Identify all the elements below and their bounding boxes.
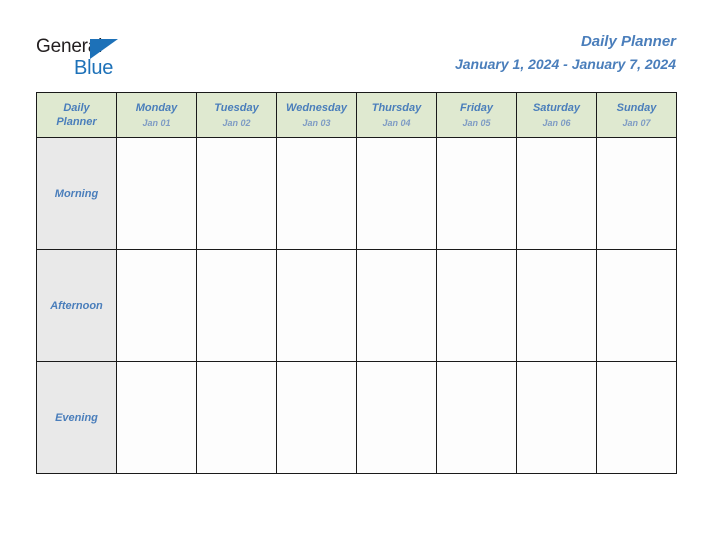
- table-row-afternoon: Afternoon: [36, 249, 677, 362]
- planner-cell-evening-friday[interactable]: [436, 361, 517, 474]
- planner-cell-evening-wednesday[interactable]: [276, 361, 357, 474]
- planner-cell-evening-sunday[interactable]: [596, 361, 677, 474]
- planner-cell-morning-wednesday[interactable]: [276, 137, 357, 250]
- planner-cell-evening-monday[interactable]: [116, 361, 197, 474]
- row-label-morning: Morning: [36, 137, 117, 250]
- day-name-label: Friday: [459, 101, 493, 114]
- day-name-label: Saturday: [532, 101, 581, 114]
- planner-cell-morning-thursday[interactable]: [356, 137, 437, 250]
- planner-table: Daily Planner Monday Jan 01 Tuesday Jan …: [36, 92, 677, 474]
- planner-cell-afternoon-tuesday[interactable]: [196, 249, 277, 362]
- corner-title-line2: Planner: [56, 116, 97, 128]
- column-header-wednesday: Wednesday Jan 03: [276, 92, 357, 138]
- page-title: Daily Planner: [580, 33, 676, 50]
- planner-cell-afternoon-sunday[interactable]: [596, 249, 677, 362]
- row-label-afternoon: Afternoon: [36, 249, 117, 362]
- day-date-label: Jan 05: [462, 117, 491, 128]
- day-date-label: Jan 04: [382, 117, 411, 128]
- day-date-label: Jan 03: [302, 117, 331, 128]
- row-label-text: Afternoon: [50, 299, 103, 312]
- planner-cell-afternoon-thursday[interactable]: [356, 249, 437, 362]
- planner-cell-morning-saturday[interactable]: [516, 137, 597, 250]
- column-header-monday: Monday Jan 01: [116, 92, 197, 138]
- row-label-text: Evening: [55, 411, 98, 424]
- row-label-evening: Evening: [36, 361, 117, 474]
- table-corner-cell: Daily Planner: [36, 92, 117, 138]
- date-range-label: January 1, 2024 - January 7, 2024: [454, 56, 676, 72]
- day-date-label: Jan 07: [622, 117, 651, 128]
- table-header-row: Daily Planner Monday Jan 01 Tuesday Jan …: [36, 92, 677, 138]
- planner-cell-morning-friday[interactable]: [436, 137, 517, 250]
- day-name-label: Monday: [135, 101, 178, 114]
- day-date-label: Jan 06: [542, 117, 571, 128]
- planner-cell-morning-tuesday[interactable]: [196, 137, 277, 250]
- page-header: General Blue Daily Planner January 1, 20…: [0, 0, 712, 92]
- column-header-sunday: Sunday Jan 07: [596, 92, 677, 138]
- column-header-thursday: Thursday Jan 04: [356, 92, 437, 138]
- day-name-label: Thursday: [371, 101, 422, 114]
- column-header-tuesday: Tuesday Jan 02: [196, 92, 277, 138]
- planner-cell-evening-thursday[interactable]: [356, 361, 437, 474]
- row-label-text: Morning: [54, 187, 99, 200]
- planner-cell-afternoon-wednesday[interactable]: [276, 249, 357, 362]
- planner-cell-afternoon-monday[interactable]: [116, 249, 197, 362]
- planner-cell-afternoon-saturday[interactable]: [516, 249, 597, 362]
- planner-cell-morning-sunday[interactable]: [596, 137, 677, 250]
- planner-cell-morning-monday[interactable]: [116, 137, 197, 250]
- day-date-label: Jan 01: [142, 117, 171, 128]
- brand-name-blue: Blue: [74, 57, 114, 79]
- planner-cell-afternoon-friday[interactable]: [436, 249, 517, 362]
- table-row-morning: Morning: [36, 137, 677, 250]
- day-date-label: Jan 02: [222, 117, 251, 128]
- title-block: Daily Planner January 1, 2024 - January …: [455, 32, 676, 74]
- corner-title-line1: Daily: [63, 102, 90, 114]
- day-name-label: Sunday: [616, 101, 657, 114]
- column-header-saturday: Saturday Jan 06: [516, 92, 597, 138]
- planner-cell-evening-tuesday[interactable]: [196, 361, 277, 474]
- table-row-evening: Evening: [36, 361, 677, 474]
- brand-logo[interactable]: General Blue: [36, 36, 206, 82]
- column-header-friday: Friday Jan 05: [436, 92, 517, 138]
- planner-cell-evening-saturday[interactable]: [516, 361, 597, 474]
- day-name-label: Wednesday: [286, 101, 347, 114]
- day-name-label: Tuesday: [214, 101, 259, 114]
